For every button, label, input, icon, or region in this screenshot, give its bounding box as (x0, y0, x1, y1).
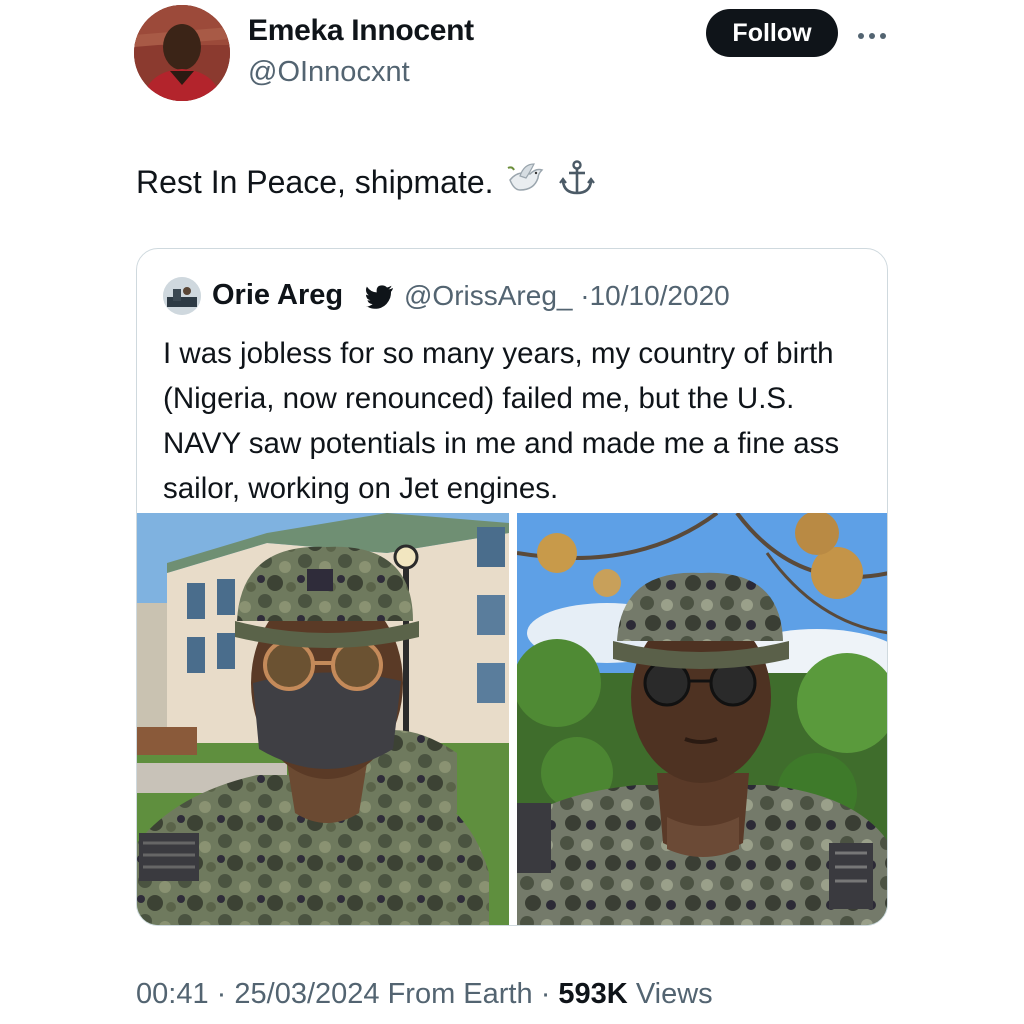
tweet-page: Emeka Innocent @OInnocxnt Follow Rest In… (0, 0, 1024, 1024)
author-display-name[interactable]: Emeka Innocent (248, 14, 474, 48)
footer-separator: · (216, 978, 227, 1010)
tweet-footer: 00:41 · 25/03/2024 From Earth · 593K Vie… (136, 978, 713, 1011)
tweet-text-row: Rest In Peace, shipmate. (136, 159, 596, 205)
author-avatar[interactable] (134, 5, 230, 101)
author-handle[interactable]: @OInnocxnt (248, 56, 410, 89)
follow-button[interactable]: Follow (706, 9, 838, 57)
quoted-date[interactable]: 10/10/2020 (590, 280, 730, 311)
views-label[interactable]: Views (636, 978, 713, 1010)
dove-emoji-icon (506, 160, 546, 204)
quoted-separator: · (580, 280, 590, 311)
tweet-text: Rest In Peace, shipmate. (136, 163, 494, 200)
quoted-display-name[interactable]: Orie Areg (212, 279, 343, 312)
footer-separator: · (540, 978, 551, 1010)
anchor-emoji-icon (558, 159, 596, 205)
sailor-photo-outdoor[interactable] (517, 513, 887, 925)
footer-time[interactable]: 00:41 (136, 978, 209, 1010)
quoted-tweet-text: I was jobless for so many years, my coun… (163, 337, 840, 505)
sailor-photo-masked[interactable] (137, 513, 509, 925)
quoted-author-avatar[interactable] (163, 277, 201, 315)
views-count[interactable]: 593K (558, 978, 627, 1010)
ellipsis-icon[interactable] (856, 28, 888, 39)
twitter-bird-icon (366, 285, 394, 309)
footer-source: From Earth (387, 978, 533, 1010)
quoted-tweet-card[interactable]: Orie Areg @OrissAreg_ ·10/10/2020 I was … (136, 248, 888, 926)
quoted-handle[interactable]: @OrissAreg_ (404, 280, 572, 311)
quoted-meta: @OrissAreg_ ·10/10/2020 (404, 280, 730, 312)
footer-date[interactable]: 25/03/2024 (234, 978, 379, 1010)
